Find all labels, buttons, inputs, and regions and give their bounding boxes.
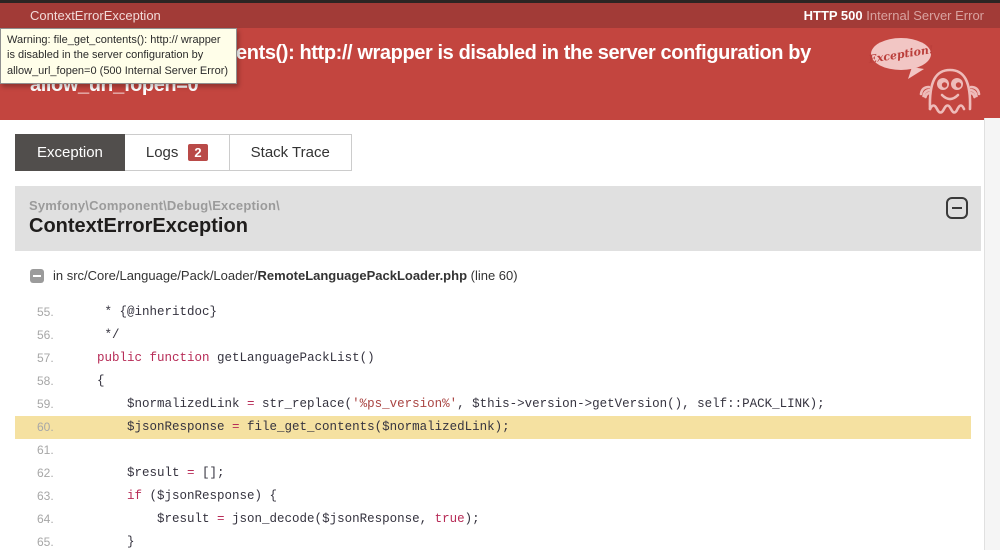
code-token: json_decode($jsonResponse,	[225, 512, 435, 526]
line-number: 64.	[37, 508, 67, 531]
code-line: 64. $result = json_decode($jsonResponse,…	[15, 508, 971, 531]
code-line: 59. $normalizedLink = str_replace('%ps_v…	[15, 393, 971, 416]
code-token: );	[465, 512, 480, 526]
code-token: =	[247, 397, 255, 411]
code-token: ($jsonResponse) {	[142, 489, 277, 503]
code-line: 63. if ($jsonResponse) {	[15, 485, 971, 508]
scrollbar-track[interactable]	[984, 118, 1000, 550]
code-token: =	[232, 420, 240, 434]
code-token: =	[187, 466, 195, 480]
line-number: 65.	[37, 531, 67, 550]
panel-collapse-button[interactable]	[946, 197, 968, 219]
status-bar: ContextErrorException HTTP 500 Internal …	[0, 3, 1000, 28]
exception-class-label: ContextErrorException	[30, 8, 161, 23]
exception-panel-body: in src/Core/Language/Pack/Loader/RemoteL…	[15, 251, 981, 550]
code-token: }	[67, 535, 135, 549]
code-token: public function	[97, 351, 210, 365]
line-number: 59.	[37, 393, 67, 416]
code-token: , $this->version->getVersion(), self::PA…	[457, 397, 825, 411]
file-line: in src/Core/Language/Pack/Loader/RemoteL…	[15, 251, 981, 293]
code-line: 58. {	[15, 370, 971, 393]
line-number: 57.	[37, 347, 67, 370]
code-token: $result	[67, 512, 217, 526]
line-number: 62.	[37, 462, 67, 485]
line-number: 56.	[37, 324, 67, 347]
code-line: 61.	[15, 439, 971, 462]
http-status-code: HTTP 500	[804, 8, 863, 23]
namespace-label: Symfony\Component\Debug\Exception\	[29, 198, 967, 213]
code-token: */	[67, 328, 120, 342]
code-line-highlighted: 60. $jsonResponse = file_get_contents($n…	[15, 416, 971, 439]
line-number: 58.	[37, 370, 67, 393]
code-token: {	[67, 374, 105, 388]
code-token: file_get_contents($normalizedLink);	[240, 420, 510, 434]
file-line-text: in src/Core/Language/Pack/Loader/RemoteL…	[53, 268, 518, 283]
code-token: $normalizedLink	[67, 397, 247, 411]
exception-class-title: ContextErrorException	[29, 215, 967, 238]
code-token: true	[435, 512, 465, 526]
code-line: 57. public function getLanguagePackList(…	[15, 347, 971, 370]
code-line: 55. * {@inheritdoc}	[15, 301, 971, 324]
code-token: '%ps_version%'	[352, 397, 457, 411]
warning-tooltip: Warning: file_get_contents(): http:// wr…	[0, 28, 237, 84]
code-token: =	[217, 512, 225, 526]
code-token: * {@inheritdoc}	[67, 305, 217, 319]
http-status: HTTP 500 Internal Server Error	[804, 8, 984, 23]
code-block: 55. * {@inheritdoc}56. */57. public func…	[15, 301, 981, 550]
line-number: 61.	[37, 439, 67, 462]
exception-panel-header: Symfony\Component\Debug\Exception\ Conte…	[15, 186, 981, 251]
code-token: getLanguagePackList()	[210, 351, 375, 365]
line-number: 60.	[37, 416, 67, 439]
code-line: 65. }	[15, 531, 971, 550]
minus-icon	[952, 207, 962, 209]
code-line: 56. */	[15, 324, 971, 347]
tab-bar: Exception Logs 2 Stack Trace	[15, 134, 1000, 171]
code-token	[67, 351, 97, 365]
code-token: if	[127, 489, 142, 503]
tab-label: Logs	[146, 144, 179, 161]
file-collapse-button[interactable]	[30, 269, 44, 283]
line-number: 63.	[37, 485, 67, 508]
code-token: [];	[195, 466, 225, 480]
tab-label: Stack Trace	[251, 144, 330, 161]
ghost-icon: Exception!	[866, 31, 988, 117]
tab-stack-trace[interactable]: Stack Trace	[230, 134, 352, 171]
line-number: 55.	[37, 301, 67, 324]
code-token: str_replace(	[255, 397, 353, 411]
exception-panel: Symfony\Component\Debug\Exception\ Conte…	[15, 186, 981, 550]
tab-exception[interactable]: Exception	[15, 134, 125, 171]
http-status-text: Internal Server Error	[863, 8, 984, 23]
code-token	[67, 489, 127, 503]
tab-logs[interactable]: Logs 2	[125, 134, 230, 171]
file-name: RemoteLanguagePackLoader.php	[258, 268, 468, 283]
code-token: $jsonResponse	[67, 420, 232, 434]
code-token: $result	[67, 466, 187, 480]
tab-label: Exception	[37, 144, 103, 161]
logs-count-badge: 2	[188, 144, 207, 161]
code-line: 62. $result = [];	[15, 462, 971, 485]
